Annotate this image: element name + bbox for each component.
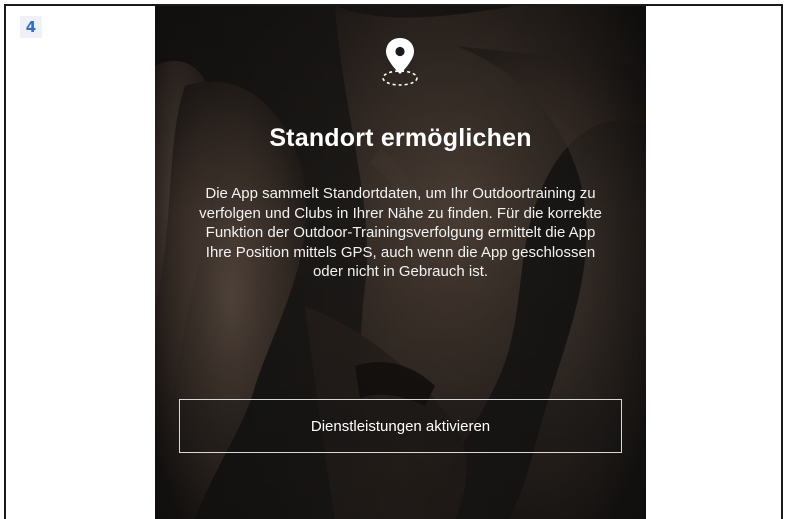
activate-services-button-label: Dienstleistungen aktivieren — [310, 417, 491, 435]
app-screen: Standort ermöglichen Die App sammelt Sta… — [155, 6, 646, 519]
location-pin-icon — [382, 38, 418, 86]
activate-services-button[interactable]: Dienstleistungen aktivieren — [179, 399, 622, 453]
step-number-badge: 4 — [20, 16, 42, 38]
screen-title: Standort ermöglichen — [269, 124, 532, 152]
permission-description: Die App sammelt Standortdaten, um Ihr Ou… — [199, 185, 602, 280]
